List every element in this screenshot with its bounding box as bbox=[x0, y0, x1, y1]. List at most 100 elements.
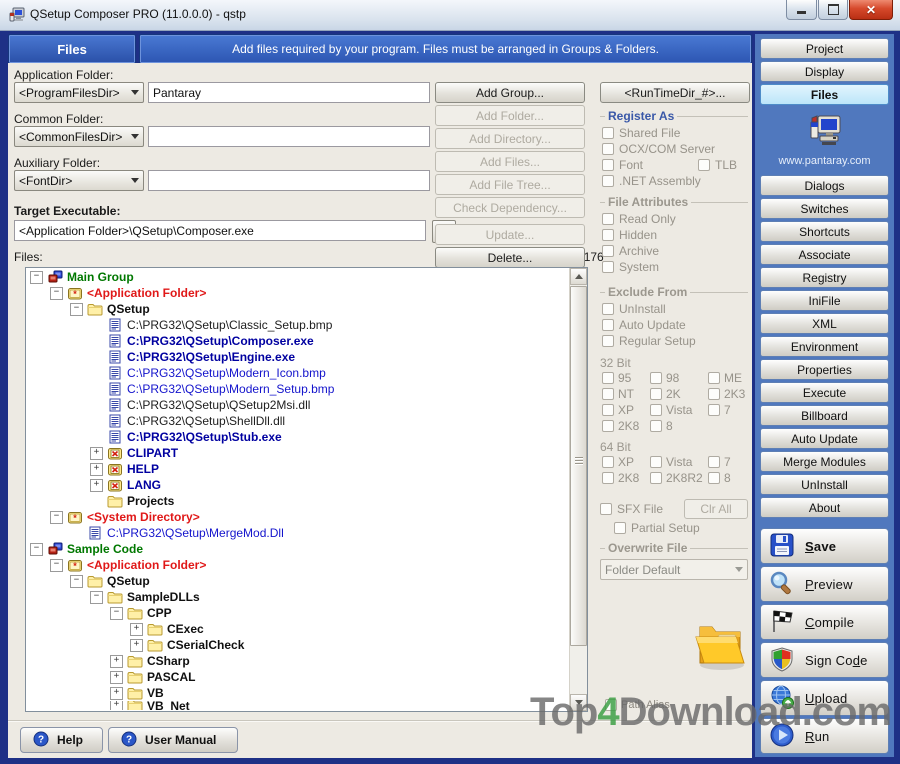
sidebar-item-associate[interactable]: Associate bbox=[760, 244, 889, 265]
checkbox[interactable] bbox=[602, 319, 614, 331]
preview-button[interactable]: Preview bbox=[760, 566, 889, 602]
checkbox[interactable] bbox=[708, 472, 720, 484]
common-folder-input[interactable] bbox=[148, 126, 430, 147]
expand-icon[interactable]: + bbox=[90, 447, 103, 460]
checkbox[interactable] bbox=[708, 372, 720, 384]
checkbox[interactable] bbox=[650, 404, 662, 416]
tree-row[interactable]: +CLIPART bbox=[26, 445, 570, 461]
expand-icon[interactable]: + bbox=[130, 639, 143, 652]
sidebar-item-properties[interactable]: Properties bbox=[760, 359, 889, 380]
checkbox[interactable] bbox=[602, 159, 614, 171]
action-button-add-files[interactable]: Add Files... bbox=[435, 151, 585, 172]
scroll-up-button[interactable] bbox=[570, 268, 587, 285]
tree-row[interactable]: +CExec bbox=[26, 621, 570, 637]
minimize-button[interactable] bbox=[786, 0, 817, 20]
checkbox[interactable] bbox=[708, 404, 720, 416]
sidebar-item-environment[interactable]: Environment bbox=[760, 336, 889, 357]
maximize-button[interactable] bbox=[818, 0, 848, 20]
sidebar-item-billboard[interactable]: Billboard bbox=[760, 405, 889, 426]
overwrite-combobox[interactable]: Folder Default bbox=[600, 559, 748, 580]
collapse-icon[interactable]: − bbox=[50, 559, 63, 572]
checkbox[interactable] bbox=[602, 303, 614, 315]
checkbox[interactable] bbox=[602, 456, 614, 468]
tree-row[interactable]: C:\PRG32\QSetup\Classic_Setup.bmp bbox=[26, 317, 570, 333]
collapse-icon[interactable]: − bbox=[30, 271, 43, 284]
tree-row[interactable]: Projects bbox=[26, 493, 570, 509]
tree-row[interactable]: +VB bbox=[26, 685, 570, 701]
tree-row[interactable]: C:\PRG32\QSetup\Modern_Icon.bmp bbox=[26, 365, 570, 381]
collapse-icon[interactable]: − bbox=[30, 543, 43, 556]
tree-row[interactable]: C:\PRG32\QSetup\Modern_Setup.bmp bbox=[26, 381, 570, 397]
sidebar-item-inifile[interactable]: IniFile bbox=[760, 290, 889, 311]
checkbox[interactable] bbox=[614, 522, 626, 534]
sidebar-item-uninstall[interactable]: UnInstall bbox=[760, 474, 889, 495]
upload-button[interactable]: Upload bbox=[760, 680, 889, 716]
checkbox[interactable] bbox=[708, 388, 720, 400]
sidebar-item-display[interactable]: Display bbox=[760, 61, 889, 82]
checkbox[interactable] bbox=[650, 388, 662, 400]
tree-row[interactable]: −*<Application Folder> bbox=[26, 557, 570, 573]
checkbox[interactable] bbox=[602, 127, 614, 139]
checkbox[interactable] bbox=[602, 261, 614, 273]
expand-icon[interactable]: + bbox=[110, 701, 123, 710]
tree-row[interactable]: +CSerialCheck bbox=[26, 637, 570, 653]
tree-row[interactable]: −QSetup bbox=[26, 301, 570, 317]
tree-row[interactable]: C:\PRG32\QSetup\Engine.exe bbox=[26, 349, 570, 365]
save-button[interactable]: Save bbox=[760, 528, 889, 564]
sidebar-item-auto-update[interactable]: Auto Update bbox=[760, 428, 889, 449]
action-button-add-file-tree[interactable]: Add File Tree... bbox=[435, 174, 585, 195]
expand-icon[interactable]: + bbox=[130, 623, 143, 636]
action-button-delete[interactable]: Delete... bbox=[435, 247, 585, 268]
path-alias-checkbox[interactable] bbox=[605, 699, 617, 711]
checkbox[interactable] bbox=[650, 372, 662, 384]
sidebar-item-files[interactable]: Files bbox=[760, 84, 889, 105]
sidebar-item-switches[interactable]: Switches bbox=[760, 198, 889, 219]
clr-all-button[interactable]: Clr All bbox=[684, 499, 748, 519]
collapse-icon[interactable]: − bbox=[90, 591, 103, 604]
compile-button[interactable]: Compile bbox=[760, 604, 889, 640]
action-button-add-group[interactable]: Add Group... bbox=[435, 82, 585, 103]
expand-icon[interactable]: + bbox=[110, 687, 123, 700]
collapse-icon[interactable]: − bbox=[110, 607, 123, 620]
tree-row[interactable]: −Main Group bbox=[26, 269, 570, 285]
tree-scrollbar[interactable] bbox=[569, 268, 587, 711]
checkbox[interactable] bbox=[708, 456, 720, 468]
tree-row[interactable]: +VB_Net bbox=[26, 701, 570, 710]
expand-icon[interactable]: + bbox=[110, 655, 123, 668]
application-folder-input[interactable] bbox=[148, 82, 430, 103]
tree-row[interactable]: +CSharp bbox=[26, 653, 570, 669]
run-button[interactable]: Run bbox=[760, 718, 889, 754]
checkbox[interactable] bbox=[698, 159, 710, 171]
auxiliary-folder-input[interactable] bbox=[148, 170, 430, 191]
action-button-add-folder[interactable]: Add Folder... bbox=[435, 105, 585, 126]
sidebar-item-xml[interactable]: XML bbox=[760, 313, 889, 334]
checkbox[interactable] bbox=[650, 456, 662, 468]
checkbox[interactable] bbox=[602, 404, 614, 416]
tree-row[interactable]: −Sample Code bbox=[26, 541, 570, 557]
tree-row[interactable]: C:\PRG32\QSetup\Composer.exe bbox=[26, 333, 570, 349]
runtimedir-button[interactable]: <RunTimeDir_#>... bbox=[600, 82, 750, 103]
expand-icon[interactable]: + bbox=[110, 671, 123, 684]
collapse-icon[interactable]: − bbox=[70, 575, 83, 588]
application-folder-combobox[interactable]: <ProgramFilesDir> bbox=[14, 82, 144, 103]
sidebar-item-execute[interactable]: Execute bbox=[760, 382, 889, 403]
tree-row[interactable]: C:\PRG32\QSetup\ShellDll.dll bbox=[26, 413, 570, 429]
brand-site-link[interactable]: www.pantaray.com bbox=[778, 155, 870, 167]
tree-row[interactable]: −*<System Directory> bbox=[26, 509, 570, 525]
scroll-down-button[interactable] bbox=[570, 694, 587, 711]
sign-code-button[interactable]: Sign Code bbox=[760, 642, 889, 678]
checkbox[interactable] bbox=[602, 372, 614, 384]
action-button-update[interactable]: Update... bbox=[435, 224, 585, 245]
checkbox[interactable] bbox=[602, 175, 614, 187]
checkbox[interactable] bbox=[602, 213, 614, 225]
auxiliary-folder-combobox[interactable]: <FontDir> bbox=[14, 170, 144, 191]
collapse-icon[interactable]: − bbox=[50, 511, 63, 524]
target-executable-input[interactable] bbox=[14, 220, 426, 241]
checkbox[interactable] bbox=[602, 420, 614, 432]
collapse-icon[interactable]: − bbox=[70, 303, 83, 316]
common-folder-combobox[interactable]: <CommonFilesDir> bbox=[14, 126, 144, 147]
user-manual-button[interactable]: ? User Manual bbox=[108, 727, 238, 753]
action-button-check-dependency[interactable]: Check Dependency... bbox=[435, 197, 585, 218]
banner-files-tab[interactable]: Files bbox=[8, 34, 136, 64]
title-bar[interactable]: QSetup Composer PRO (11.0.0.0) - qstp ✕ bbox=[0, 0, 900, 31]
